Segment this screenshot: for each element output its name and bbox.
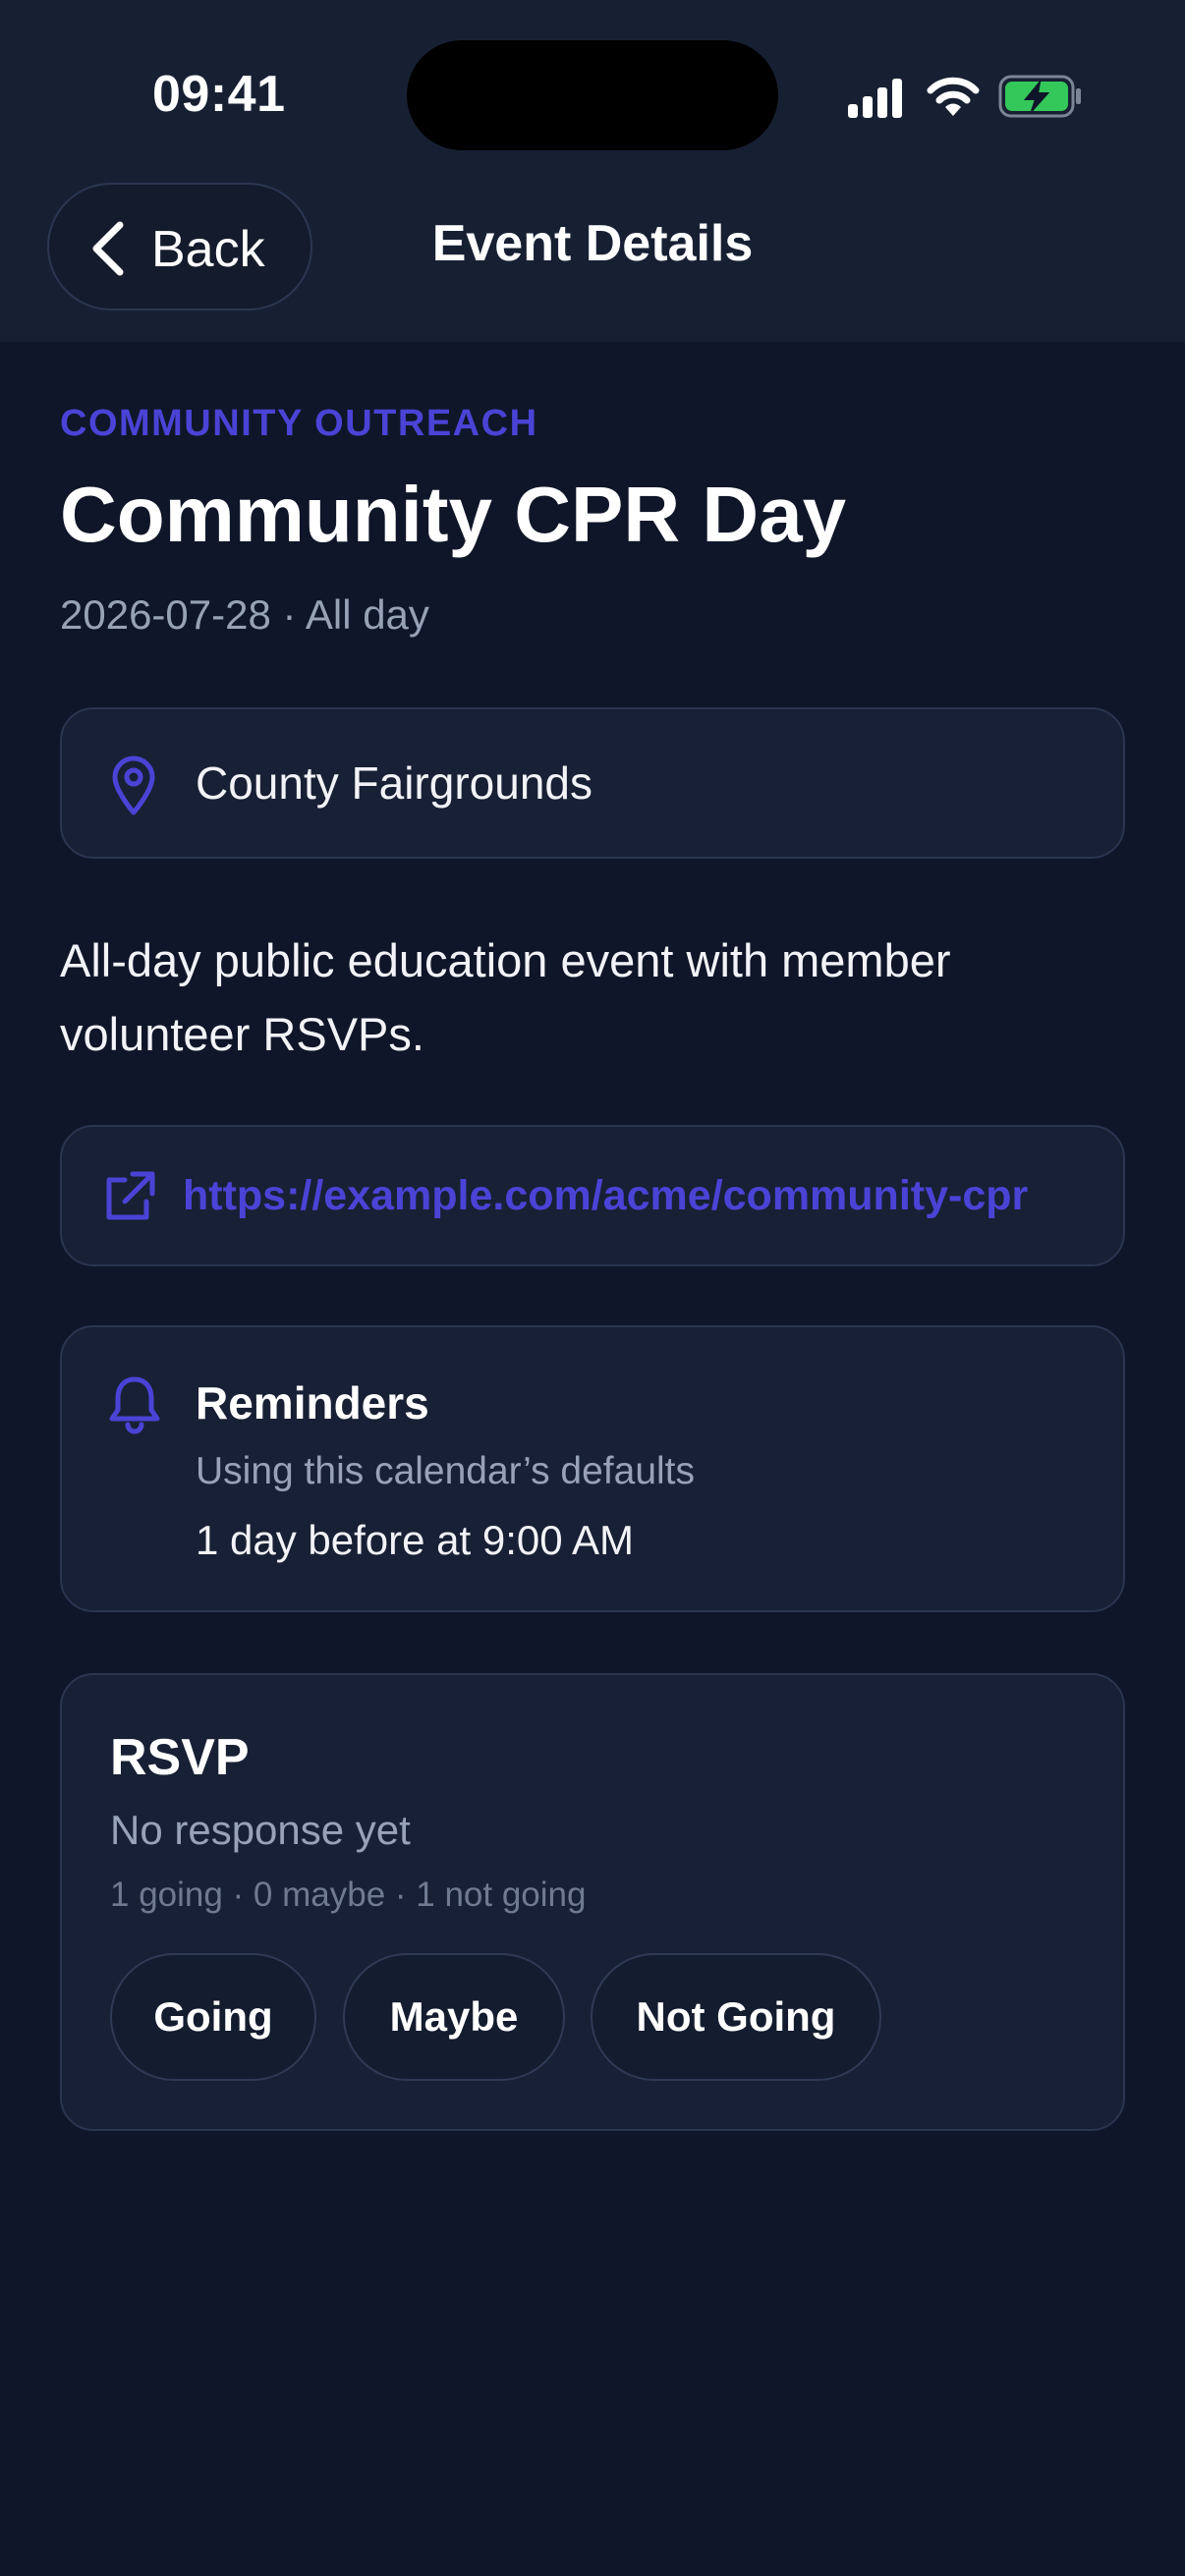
reminder-value: 1 day before at 9:00 AM: [196, 1517, 634, 1563]
dynamic-island: [407, 40, 778, 150]
rsvp-counts: 1 going · 0 maybe · 1 not going: [110, 1876, 587, 1914]
status-time: 09:41: [152, 66, 286, 123]
event-category: COMMUNITY OUTREACH: [60, 403, 538, 444]
event-title: Community CPR Day: [60, 471, 847, 558]
rsvp-card: RSVP No response yet 1 going · 0 maybe ·…: [60, 1673, 1125, 2131]
map-pin-icon: [112, 756, 155, 815]
event-description: All-day public education event with memb…: [60, 934, 951, 1060]
event-link[interactable]: https://example.com/acme/community-cpr: [183, 1172, 1028, 1220]
bell-icon: [109, 1376, 160, 1434]
rsvp-going-button[interactable]: Going: [110, 1953, 316, 2081]
rsvp-maybe-button[interactable]: Maybe: [343, 1953, 565, 2081]
wifi-icon: [927, 77, 980, 116]
top-bar: 09:41 Back Event Details: [0, 0, 1185, 342]
signal-icon: [848, 79, 902, 118]
rsvp-status: No response yet: [110, 1807, 411, 1853]
rsvp-title: RSVP: [110, 1729, 250, 1786]
event-details-screen: 09:41 Back Event Details COMMUNITY OUTRE…: [0, 0, 1185, 2576]
battery-charging-icon: [998, 75, 1081, 118]
event-link-card[interactable]: https://example.com/acme/community-cpr: [60, 1125, 1125, 1266]
location-card[interactable]: County Fairgrounds: [60, 707, 1125, 859]
status-icons: [847, 69, 1083, 124]
rsvp-not-going-button[interactable]: Not Going: [591, 1953, 881, 2081]
reminders-card[interactable]: Reminders Using this calendar’s defaults…: [60, 1325, 1125, 1612]
location-text: County Fairgrounds: [196, 757, 592, 809]
page-title: Event Details: [431, 215, 754, 272]
reminders-title: Reminders: [196, 1377, 429, 1428]
external-link-icon: [106, 1171, 155, 1220]
reminders-subtitle: Using this calendar’s defaults: [196, 1450, 696, 1492]
event-date: 2026-07-28 · All day: [60, 591, 429, 638]
